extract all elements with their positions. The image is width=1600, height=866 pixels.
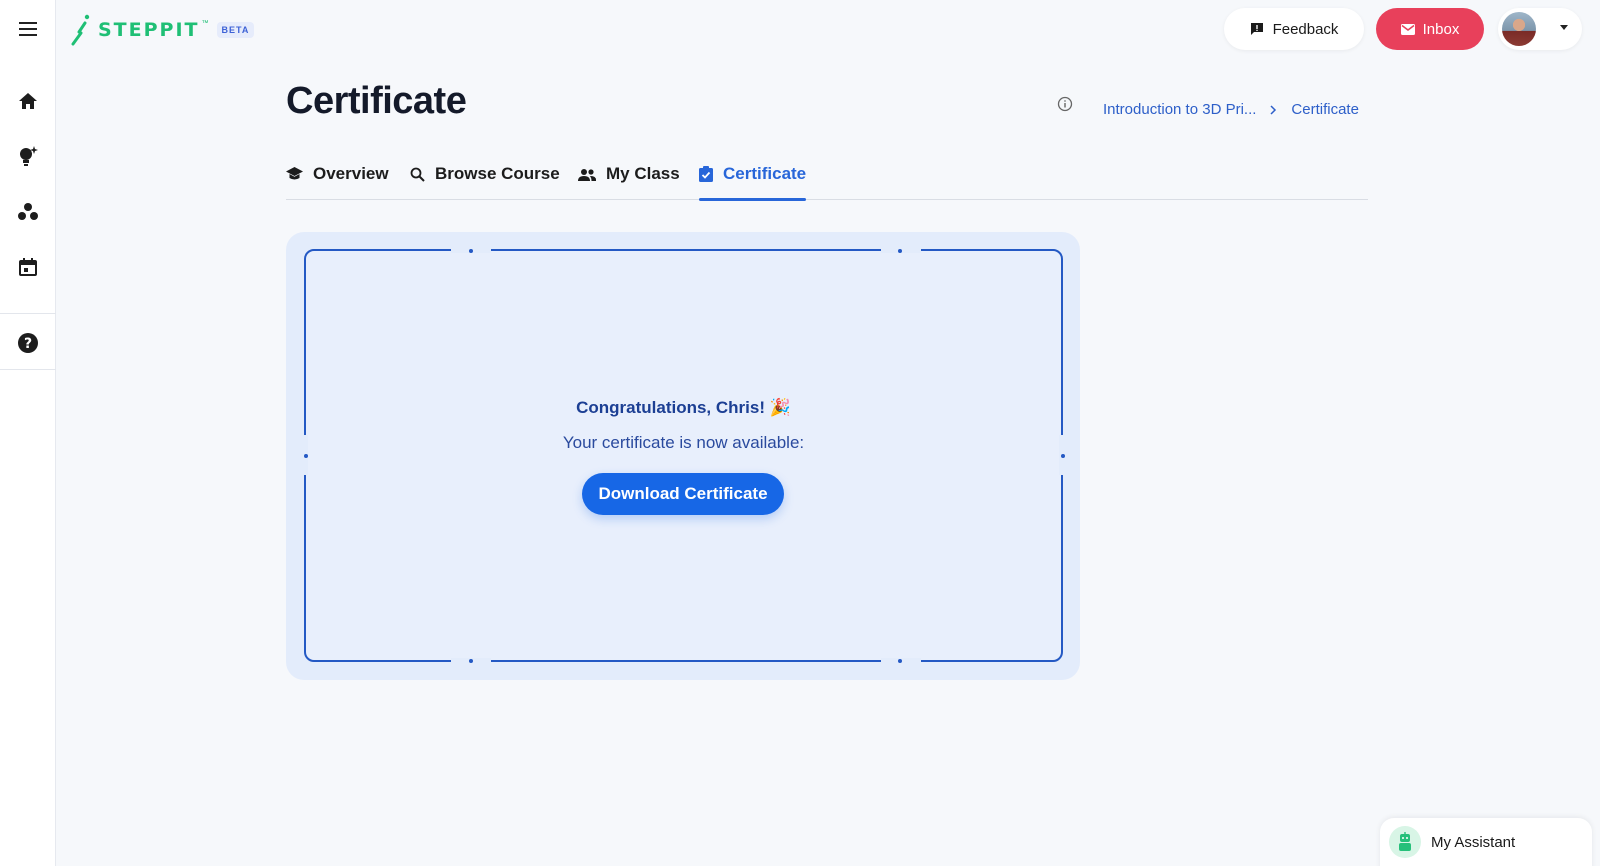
home-icon[interactable] xyxy=(0,81,56,121)
frame-dot xyxy=(469,659,473,663)
search-icon xyxy=(410,167,425,182)
frame-dot xyxy=(469,249,473,253)
help-icon[interactable]: ? xyxy=(0,323,56,363)
chevron-down-icon xyxy=(1560,25,1568,30)
tab-browse-course-label: Browse Course xyxy=(435,164,560,183)
breadcrumb: Introduction to 3D Pri... Certificate xyxy=(1103,101,1359,118)
page-title: Certificate xyxy=(286,80,467,122)
svg-text:?: ? xyxy=(24,336,32,352)
inbox-button[interactable]: Inbox xyxy=(1376,8,1484,50)
sidebar: ? xyxy=(0,0,56,866)
profile-menu[interactable] xyxy=(1498,8,1582,50)
community-icon[interactable] xyxy=(0,192,56,232)
beta-badge: BETA xyxy=(216,22,255,38)
breadcrumb-current[interactable]: Certificate xyxy=(1291,101,1359,118)
info-icon[interactable] xyxy=(1057,96,1073,112)
feedback-label: Feedback xyxy=(1272,20,1339,38)
course-tabs: Overview Browse Course My Class Certific… xyxy=(286,160,1368,201)
breadcrumb-course-link[interactable]: Introduction to 3D Pri... xyxy=(1103,101,1256,118)
steppit-logo[interactable]: STEPPIT ™ BETA xyxy=(68,13,255,47)
chevron-right-icon xyxy=(1270,104,1277,115)
download-certificate-button[interactable]: Download Certificate xyxy=(582,473,784,515)
congratulations-text: Congratulations, Chris! 🎉 xyxy=(576,398,791,417)
sidebar-divider xyxy=(0,369,56,370)
tab-certificate-label: Certificate xyxy=(723,164,807,183)
certificate-frame xyxy=(304,249,1063,662)
frame-dot xyxy=(1061,454,1065,458)
tab-certificate[interactable]: Certificate xyxy=(699,160,807,201)
assistant-avatar xyxy=(1389,826,1421,858)
steppit-logo-mark-icon xyxy=(71,14,90,46)
graduation-cap-icon xyxy=(286,167,303,180)
frame-dot xyxy=(898,249,902,253)
my-assistant-button[interactable]: My Assistant xyxy=(1380,818,1592,866)
brand-trademark: ™ xyxy=(201,19,209,27)
tab-my-class-label: My Class xyxy=(606,164,680,183)
certificate-check-icon xyxy=(699,166,713,182)
feedback-button[interactable]: Feedback xyxy=(1224,8,1364,50)
lightbulb-icon[interactable] xyxy=(0,136,56,176)
tab-overview[interactable]: Overview xyxy=(286,160,389,200)
robot-icon xyxy=(1399,832,1411,851)
inbox-label: Inbox xyxy=(1422,20,1460,38)
calendar-icon[interactable] xyxy=(0,247,56,287)
feedback-icon xyxy=(1250,23,1263,35)
avatar xyxy=(1502,12,1536,46)
menu-icon[interactable] xyxy=(0,9,56,49)
people-icon xyxy=(578,169,596,181)
my-assistant-label: My Assistant xyxy=(1431,834,1516,851)
certificate-available-text: Your certificate is now available: xyxy=(562,433,805,452)
tab-overview-label: Overview xyxy=(313,164,389,183)
mail-icon xyxy=(1400,23,1415,35)
frame-dot xyxy=(304,454,308,458)
tab-browse-course[interactable]: Browse Course xyxy=(410,160,560,200)
sidebar-divider xyxy=(0,313,56,314)
brand-name: STEPPIT xyxy=(98,19,200,41)
tab-my-class[interactable]: My Class xyxy=(578,160,680,200)
frame-dot xyxy=(898,659,902,663)
